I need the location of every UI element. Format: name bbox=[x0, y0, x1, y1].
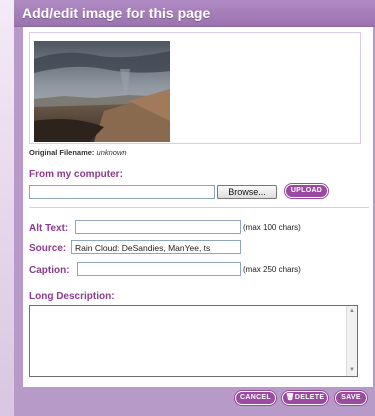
long-description-input[interactable]: ▲ ▼ bbox=[29, 305, 358, 377]
arrow-up-icon[interactable]: ▲ bbox=[348, 307, 356, 316]
long-description-scrollbar[interactable]: ▲ ▼ bbox=[346, 306, 357, 376]
divider bbox=[29, 207, 369, 208]
caption-input[interactable] bbox=[77, 262, 241, 276]
trash-icon: 🗑 bbox=[285, 394, 295, 401]
browse-button[interactable]: Browse... bbox=[217, 185, 277, 199]
upload-button[interactable]: Upload bbox=[285, 184, 328, 198]
image-preview-box bbox=[29, 32, 361, 144]
caption-label: Caption: bbox=[29, 265, 70, 276]
arrow-down-icon[interactable]: ▼ bbox=[348, 366, 356, 375]
dialog-panel: Add/edit image for this page Original Fi… bbox=[14, 0, 375, 416]
source-label: Source: bbox=[29, 243, 67, 254]
source-input[interactable]: Rain Cloud: DeSandies, ManYee, ts bbox=[71, 240, 241, 254]
save-button[interactable]: Save bbox=[335, 391, 367, 405]
caption-hint: (max 250 chars) bbox=[243, 265, 301, 274]
image-preview bbox=[34, 41, 170, 142]
original-filename: Original Filename: unknown bbox=[29, 148, 127, 157]
original-filename-label: Original Filename: bbox=[29, 148, 95, 157]
original-filename-value: unknown bbox=[96, 148, 127, 157]
dialog-footer: Cancel 🗑Delete Save bbox=[14, 387, 375, 416]
cancel-button[interactable]: Cancel bbox=[235, 391, 276, 405]
dialog-content: Original Filename: unknown From my compu… bbox=[23, 27, 373, 387]
delete-button[interactable]: 🗑Delete bbox=[282, 391, 328, 405]
upload-section-title: From my computer: bbox=[29, 169, 123, 180]
file-path-input[interactable] bbox=[29, 185, 215, 199]
dialog: Add/edit image for this page Original Fi… bbox=[0, 0, 375, 416]
title-bar: Add/edit image for this page bbox=[14, 0, 375, 27]
side-stripe bbox=[0, 0, 14, 416]
alt-text-input[interactable] bbox=[75, 220, 241, 234]
dialog-title: Add/edit image for this page bbox=[22, 5, 211, 21]
delete-button-label: Delete bbox=[294, 394, 325, 401]
long-description-label: Long Description: bbox=[29, 291, 115, 302]
alt-text-label: Alt Text: bbox=[29, 223, 69, 234]
alt-text-hint: (max 100 chars) bbox=[243, 223, 301, 232]
